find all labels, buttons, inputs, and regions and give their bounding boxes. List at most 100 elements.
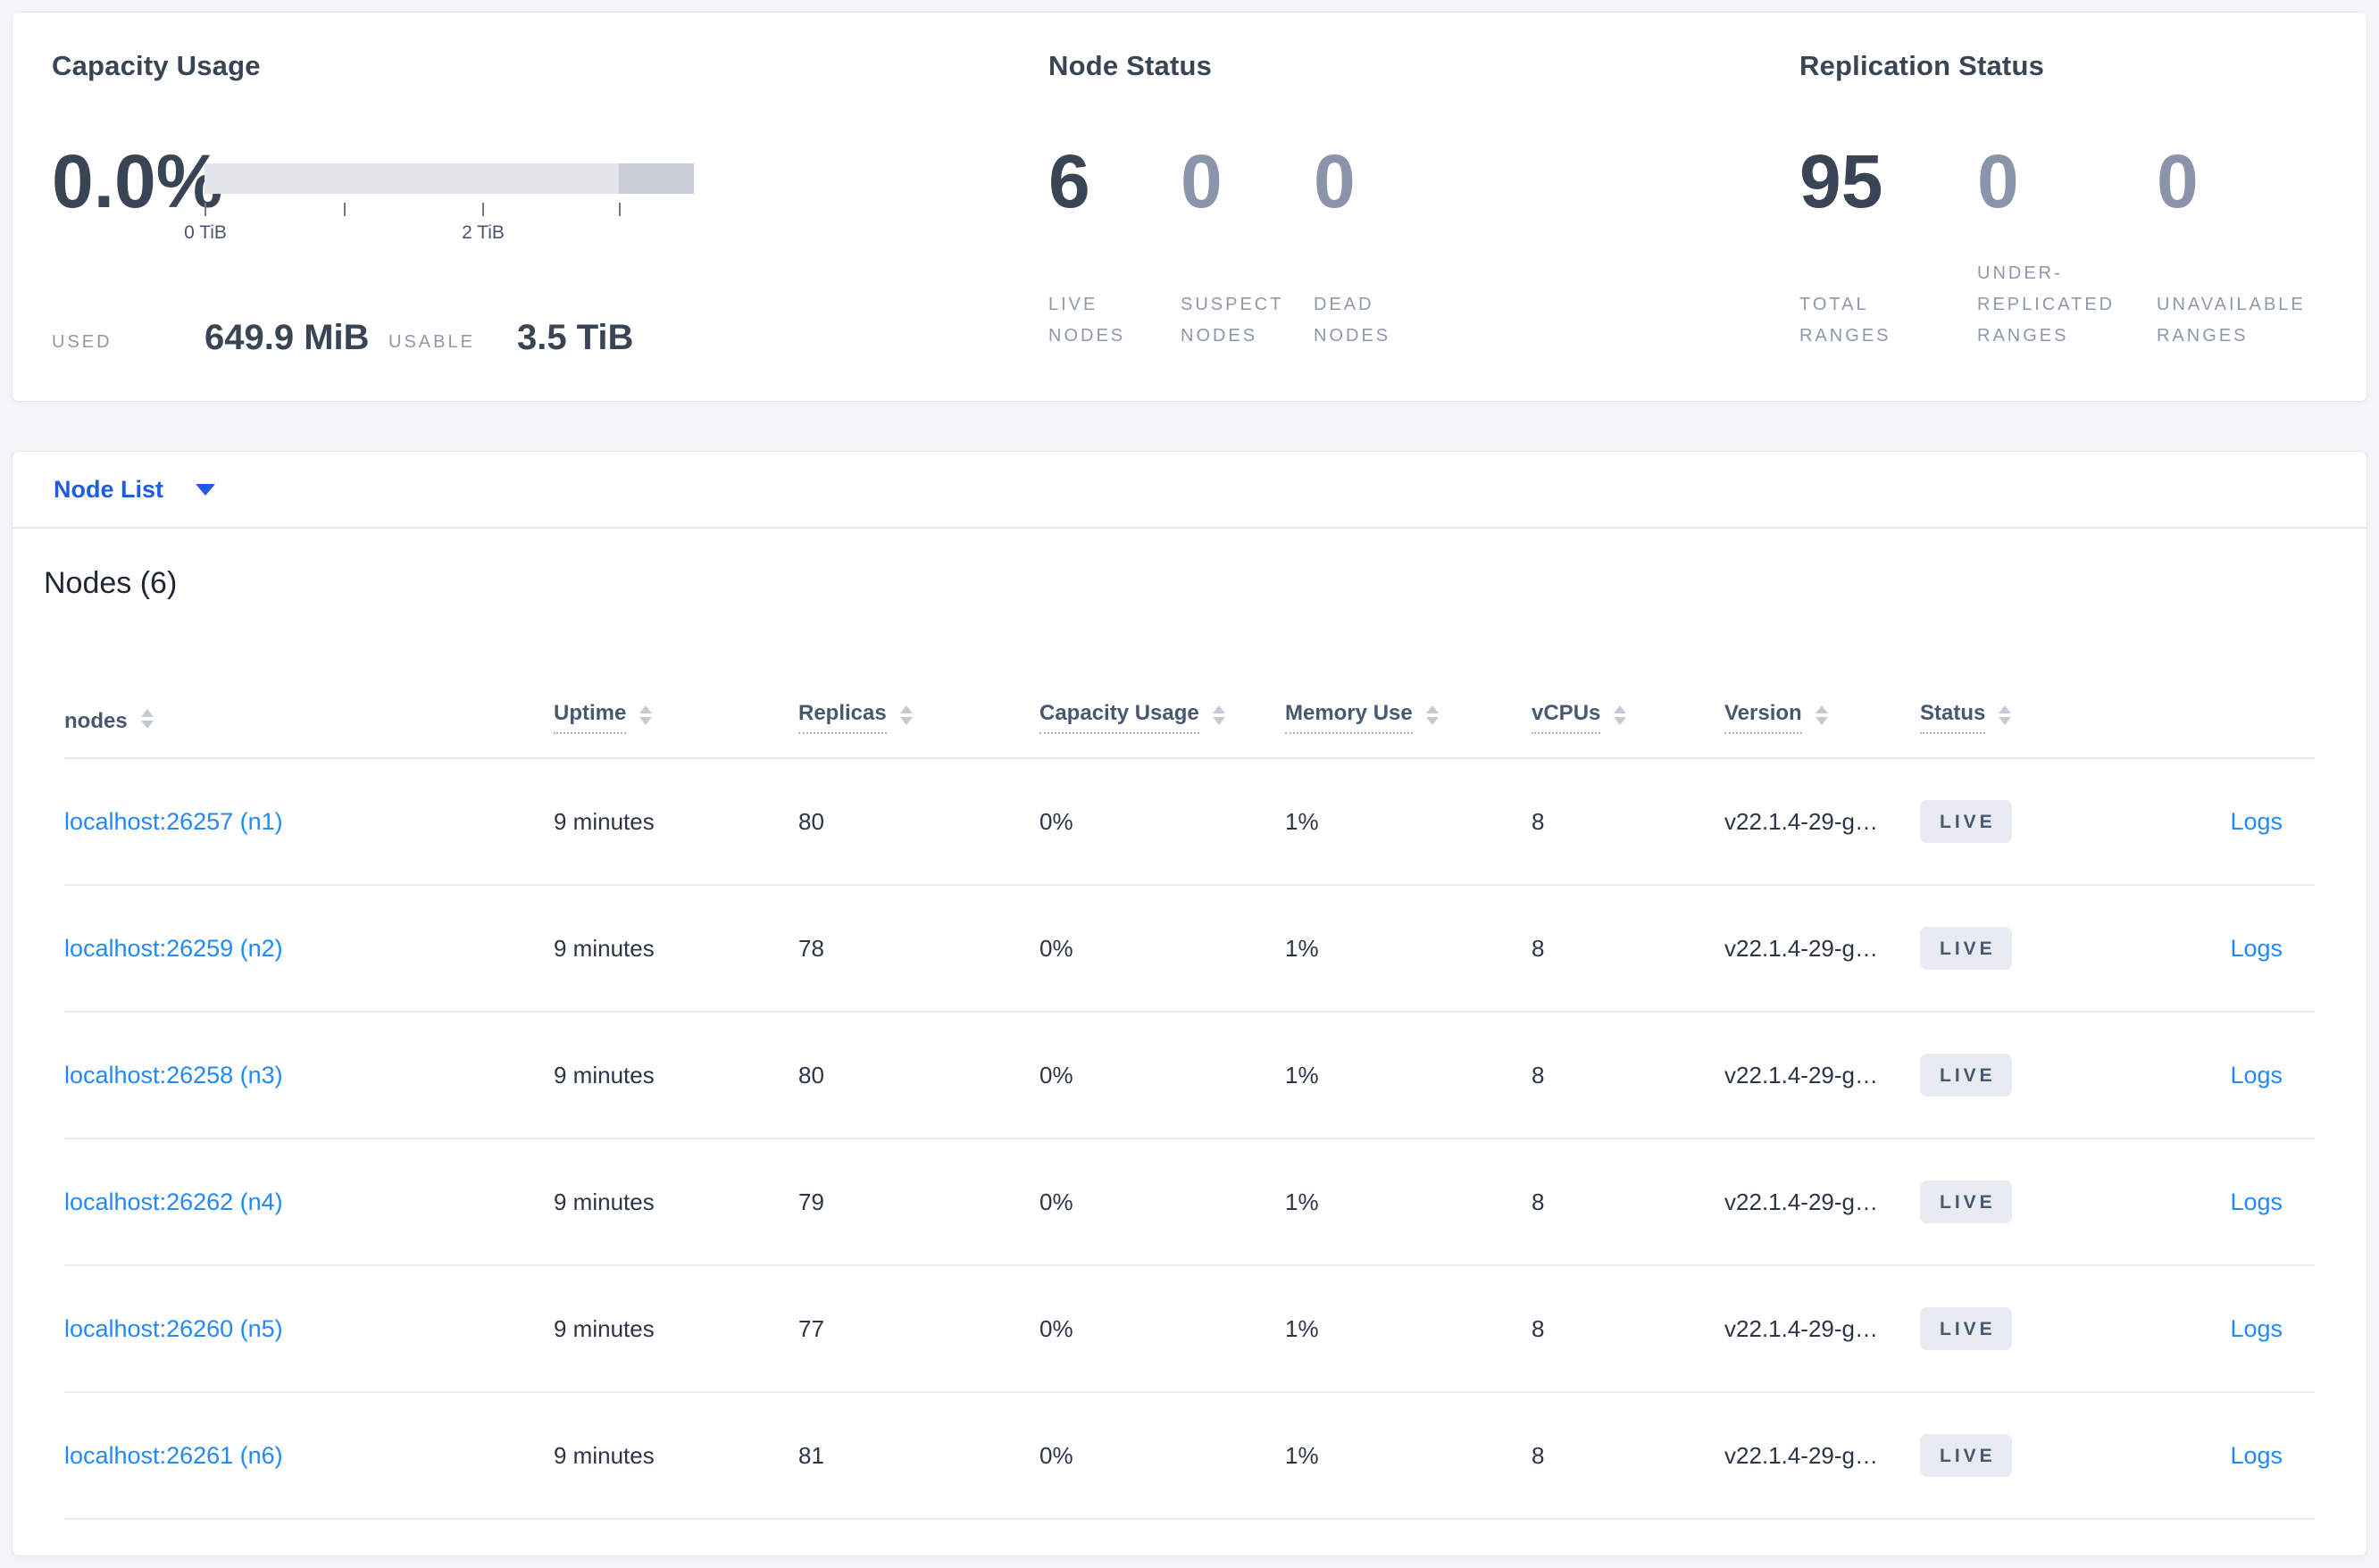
version-cell: v22.1.4-29-g… <box>1724 807 1878 835</box>
chevron-down-icon <box>196 483 216 496</box>
capacity-bar-track <box>205 163 694 194</box>
column-header-replicas[interactable]: Replicas <box>798 701 1039 734</box>
live-nodes-label: LIVE NODES <box>1048 295 1126 346</box>
column-header-memory-use[interactable]: Memory Use <box>1285 701 1532 734</box>
memory-cell: 1% <box>1285 807 1319 835</box>
node-status-labels: LIVE NODES SUSPECT NODES DEAD NODES <box>1048 289 1390 352</box>
capacity-cell: 0% <box>1039 807 1073 835</box>
capacity-used-percent: 0.0% <box>52 139 223 223</box>
version-cell: v22.1.4-29-g… <box>1724 1061 1878 1088</box>
status-badge: LIVE <box>1920 927 2012 970</box>
capacity-usage-title: Capacity Usage <box>52 50 261 81</box>
logs-link[interactable]: Logs <box>2230 1189 2283 1215</box>
vcpus-cell: 8 <box>1532 807 1545 835</box>
capacity-cell: 0% <box>1039 1188 1073 1215</box>
capacity-cell: 0% <box>1039 1314 1073 1342</box>
column-header-uptime[interactable]: Uptime <box>554 701 798 734</box>
vcpus-cell: 8 <box>1532 934 1545 962</box>
cluster-summary-card: Capacity Usage 0.0% 0 TiB 2 TiB USED 649… <box>12 12 2367 402</box>
uptime-cell: 9 minutes <box>554 1441 655 1469</box>
memory-cell: 1% <box>1285 1061 1319 1088</box>
node-link[interactable]: localhost:26259 (n2) <box>64 935 283 962</box>
vcpus-cell: 8 <box>1532 1061 1545 1088</box>
table-row: localhost:26257 (n1) 9 minutes 80 0% 1% … <box>64 759 2315 886</box>
under-replicated-ranges-label: UNDER- REPLICATED RANGES <box>1977 263 2116 346</box>
status-badge: LIVE <box>1920 1307 2012 1350</box>
logs-link[interactable]: Logs <box>2230 1315 2283 1342</box>
axis-tick-label: 2 TiB <box>462 222 505 243</box>
version-cell: v22.1.4-29-g… <box>1724 1441 1878 1469</box>
column-header-version[interactable]: Version <box>1724 701 1920 734</box>
node-list-card: Node List Nodes (6) nodes Uptime Replica… <box>12 451 2367 1556</box>
column-header-nodes[interactable]: nodes <box>64 709 554 734</box>
table-header-row: nodes Uptime Replicas Capacity Usage Mem… <box>64 604 2315 759</box>
table-row: localhost:26259 (n2) 9 minutes 78 0% 1% … <box>64 886 2315 1013</box>
sort-icon <box>1999 705 2012 725</box>
logs-link[interactable]: Logs <box>2230 1062 2283 1088</box>
node-link[interactable]: localhost:26260 (n5) <box>64 1315 283 1342</box>
suspect-nodes-count: 0 <box>1181 139 1223 223</box>
capacity-cell: 0% <box>1039 934 1073 962</box>
replicas-cell: 80 <box>798 807 824 835</box>
nodes-table-title: Nodes (6) <box>44 566 178 600</box>
sort-icon <box>1212 705 1225 725</box>
node-link[interactable]: localhost:26257 (n1) <box>64 808 283 835</box>
dead-nodes-label: DEAD NODES <box>1314 295 1391 346</box>
node-status-numbers: 6 0 0 <box>1048 144 1356 219</box>
status-badge: LIVE <box>1920 1054 2012 1097</box>
under-replicated-ranges-count: 0 <box>1977 139 2019 223</box>
sort-icon <box>639 705 653 725</box>
nodes-table: nodes Uptime Replicas Capacity Usage Mem… <box>64 604 2315 1520</box>
used-value: 649.9 MiB <box>205 318 370 357</box>
capacity-bar-reserved-segment <box>619 163 694 194</box>
memory-cell: 1% <box>1285 1188 1319 1215</box>
sort-icon <box>1425 705 1439 725</box>
view-selector-dropdown[interactable]: Node List <box>54 476 216 504</box>
sort-icon <box>899 705 913 725</box>
axis-tick <box>619 203 621 216</box>
column-header-status[interactable]: Status <box>1920 701 2117 734</box>
uptime-cell: 9 minutes <box>554 1188 655 1215</box>
version-cell: v22.1.4-29-g… <box>1724 934 1878 962</box>
total-ranges-label: TOTAL RANGES <box>1799 295 1891 346</box>
uptime-cell: 9 minutes <box>554 1314 655 1342</box>
sort-icon <box>140 709 154 729</box>
replicas-cell: 79 <box>798 1188 824 1215</box>
node-link[interactable]: localhost:26262 (n4) <box>64 1189 283 1215</box>
column-header-vcpus[interactable]: vCPUs <box>1532 701 1724 734</box>
replication-status-title: Replication Status <box>1799 50 2045 81</box>
unavailable-ranges-count: 0 <box>2157 139 2199 223</box>
view-selector-strip: Node List <box>13 452 2366 529</box>
capacity-usage-footer: USED 649.9 MiB USABLE 3.5 TiB <box>52 313 713 355</box>
nodes-table-section: Nodes (6) nodes Uptime Replicas Capacity… <box>13 529 2366 1555</box>
uptime-cell: 9 minutes <box>554 807 655 835</box>
memory-cell: 1% <box>1285 1441 1319 1469</box>
logs-link[interactable]: Logs <box>2230 1442 2283 1469</box>
capacity-cell: 0% <box>1039 1441 1073 1469</box>
node-link[interactable]: localhost:26261 (n6) <box>64 1442 283 1469</box>
capacity-bar-axis: 0 TiB 2 TiB <box>184 194 694 253</box>
table-row: localhost:26260 (n5) 9 minutes 77 0% 1% … <box>64 1266 2315 1393</box>
replication-status-section: Replication Status 95 0 0 TOTAL RANGES U… <box>1799 50 2362 357</box>
uptime-cell: 9 minutes <box>554 934 655 962</box>
axis-tick <box>205 203 206 216</box>
status-badge: LIVE <box>1920 1180 2012 1223</box>
status-badge: LIVE <box>1920 800 2012 843</box>
capacity-usage-bar: 0 TiB 2 TiB <box>184 163 694 253</box>
vcpus-cell: 8 <box>1532 1441 1545 1469</box>
cluster-overview-page: Capacity Usage 0.0% 0 TiB 2 TiB USED 649… <box>0 0 2379 1568</box>
sort-icon <box>1815 705 1828 725</box>
table-row: localhost:26262 (n4) 9 minutes 79 0% 1% … <box>64 1139 2315 1266</box>
node-link[interactable]: localhost:26258 (n3) <box>64 1062 283 1088</box>
vcpus-cell: 8 <box>1532 1188 1545 1215</box>
suspect-nodes-label: SUSPECT NODES <box>1181 295 1284 346</box>
memory-cell: 1% <box>1285 1314 1319 1342</box>
memory-cell: 1% <box>1285 934 1319 962</box>
logs-link[interactable]: Logs <box>2230 808 2283 835</box>
axis-tick <box>344 203 346 216</box>
logs-link[interactable]: Logs <box>2230 935 2283 962</box>
vcpus-cell: 8 <box>1532 1314 1545 1342</box>
replicas-cell: 81 <box>798 1441 824 1469</box>
dead-nodes-count: 0 <box>1314 139 1356 223</box>
column-header-capacity-usage[interactable]: Capacity Usage <box>1039 701 1285 734</box>
